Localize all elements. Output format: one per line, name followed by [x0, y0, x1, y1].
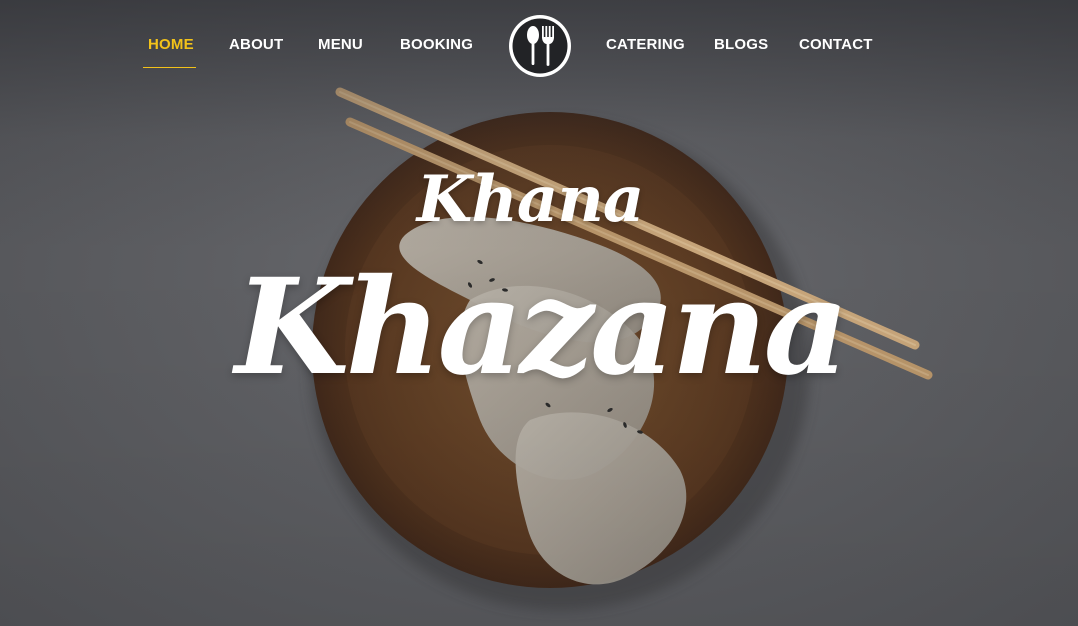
nav-blogs-link[interactable]: BLOGS	[714, 36, 768, 53]
nav-booking-link[interactable]: BOOKING	[400, 36, 473, 53]
hero-title-line2: Khazana	[234, 250, 849, 405]
nav-contact-link[interactable]: CONTACT	[799, 36, 873, 53]
nav-catering-link[interactable]: CATERING	[606, 36, 685, 53]
nav-home-link[interactable]: HOME	[148, 36, 194, 53]
nav-about-link[interactable]: ABOUT	[229, 36, 283, 53]
hero-section: HOME ABOUT MENU BOOKING CATERING BLOGS C…	[0, 0, 1078, 626]
hero-title-line1: Khana	[416, 162, 645, 237]
main-navbar: HOME ABOUT MENU BOOKING CATERING BLOGS C…	[0, 0, 1078, 92]
nav-active-underline	[143, 67, 196, 68]
nav-menu-link[interactable]: MENU	[318, 36, 363, 53]
spoon-fork-icon[interactable]	[507, 13, 573, 79]
